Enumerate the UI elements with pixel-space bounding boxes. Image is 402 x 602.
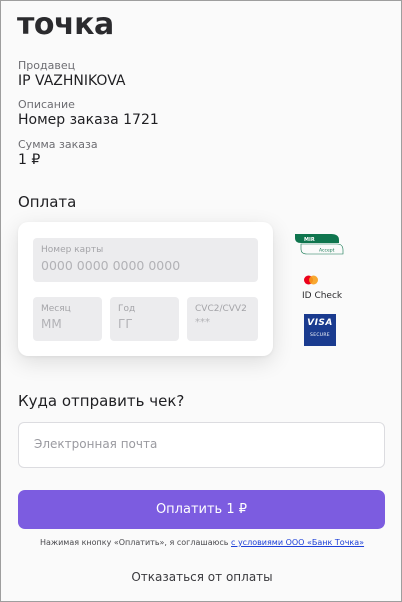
month-field[interactable]: Месяц <box>33 297 102 341</box>
receipt-title: Куда отправить чек? <box>18 392 185 410</box>
month-label: Месяц <box>41 304 71 314</box>
description-value: Номер заказа 1721 <box>18 112 159 128</box>
card-number-input[interactable] <box>41 258 252 273</box>
mir-accept-icon: MIR Accept <box>295 234 344 255</box>
card-number-label: Номер карты <box>41 245 104 255</box>
email-input[interactable] <box>34 437 364 451</box>
mir-accept-text: Accept <box>319 248 335 254</box>
pay-button[interactable]: Оплатить 1 ₽ <box>18 490 385 529</box>
year-input[interactable] <box>118 317 173 331</box>
tochka-logo: точка <box>17 7 114 42</box>
visa-secure-text: SECURE <box>310 333 330 338</box>
terms-link[interactable]: с условиями ООО «Банк Точка» <box>231 538 364 547</box>
card-number-field[interactable]: Номер карты <box>33 238 258 282</box>
seller-value: IP VAZHNIKOVA <box>18 73 126 89</box>
year-field[interactable]: Год <box>110 297 179 341</box>
mastercard-icon <box>304 275 318 285</box>
consent-text: Нажимая кнопку «Оплатить», я соглашаюсь … <box>1 538 402 547</box>
visa-text: VISA <box>307 318 333 328</box>
seller-label: Продавец <box>18 59 76 72</box>
cvc-label: CVC2/CVV2 <box>195 304 247 314</box>
year-label: Год <box>118 304 136 314</box>
mir-text: MIR <box>304 237 315 243</box>
visa-secure-icon: VISA SECURE <box>304 314 336 346</box>
id-check-caption: ID Check <box>302 291 343 301</box>
payment-page: точка Продавец IP VAZHNIKOVA Описание Но… <box>0 0 402 602</box>
cvc-field[interactable]: CVC2/CVV2 <box>187 297 258 341</box>
cvc-input[interactable] <box>195 317 252 328</box>
amount-value: 1 ₽ <box>18 152 41 168</box>
card-form: Номер карты Месяц Год CVC2/CVV2 <box>18 222 273 356</box>
cancel-payment-link[interactable]: Отказаться от оплаты <box>1 570 402 584</box>
consent-prefix: Нажимая кнопку «Оплатить», я соглашаюсь <box>39 538 231 547</box>
description-label: Описание <box>18 98 75 111</box>
month-input[interactable] <box>41 317 96 331</box>
email-field[interactable] <box>18 422 385 468</box>
payment-title: Оплата <box>18 193 77 211</box>
amount-label: Сумма заказа <box>18 138 98 151</box>
